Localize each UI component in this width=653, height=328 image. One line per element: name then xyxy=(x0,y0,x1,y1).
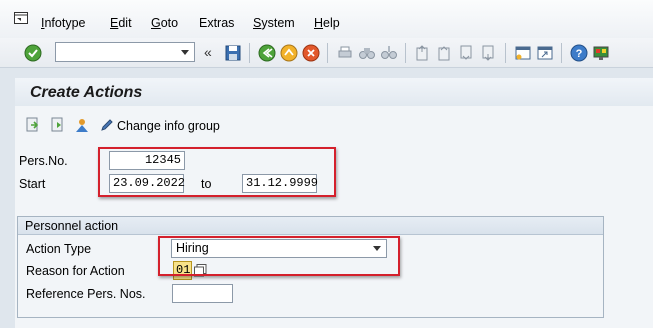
reference-label: Reference Pers. Nos. xyxy=(26,287,146,301)
content-area: Change info group Pers.No. 12345 Start 2… xyxy=(15,106,653,328)
group-header: Personnel action xyxy=(18,217,603,235)
shortcut-icon[interactable] xyxy=(536,44,554,62)
pencil-icon[interactable] xyxy=(99,117,115,133)
command-field[interactable] xyxy=(55,42,195,62)
person-overview-icon[interactable] xyxy=(74,117,90,133)
reference-pers-nos-field[interactable] xyxy=(172,284,233,303)
collapse-icon[interactable]: « xyxy=(204,44,212,60)
change-info-group-button[interactable]: Change info group xyxy=(117,119,220,133)
menu-edit[interactable]: Edit xyxy=(110,16,132,30)
menu-infotype[interactable]: Infotype xyxy=(41,16,86,30)
toolbar-separator xyxy=(561,43,562,63)
menu-help[interactable]: Help xyxy=(314,16,340,30)
highlight-box-action xyxy=(158,236,400,276)
execute-info-group-icon[interactable] xyxy=(25,117,41,133)
last-page-icon[interactable] xyxy=(480,44,498,62)
execute-action-icon[interactable] xyxy=(50,117,66,133)
toolbar-separator xyxy=(405,43,406,63)
menu-extras[interactable]: Extras xyxy=(199,16,234,30)
back-icon[interactable] xyxy=(258,44,276,62)
customize-layout-icon[interactable] xyxy=(592,44,610,62)
find-next-icon[interactable] xyxy=(380,44,398,62)
toolbar-separator xyxy=(327,43,328,63)
first-page-icon[interactable] xyxy=(414,44,432,62)
svg-text:?: ? xyxy=(576,48,583,60)
standard-toolbar: « ? xyxy=(0,38,653,68)
previous-page-icon[interactable] xyxy=(436,44,454,62)
page-title: Create Actions xyxy=(30,84,143,101)
print-icon[interactable] xyxy=(336,44,354,62)
toolbar-separator xyxy=(249,43,250,63)
create-session-icon[interactable] xyxy=(514,44,532,62)
toolbar-separator xyxy=(505,43,506,63)
highlight-box-header xyxy=(98,147,336,197)
next-page-icon[interactable] xyxy=(458,44,476,62)
cancel-icon[interactable] xyxy=(302,44,320,62)
save-icon[interactable] xyxy=(224,44,242,62)
start-label: Start xyxy=(19,177,46,191)
pers-no-label: Pers.No. xyxy=(19,154,68,168)
title-bar: Create Actions xyxy=(15,78,653,106)
reason-label: Reason for Action xyxy=(26,264,125,278)
chevron-down-icon[interactable] xyxy=(181,50,189,55)
exit-icon[interactable] xyxy=(280,44,298,62)
find-icon[interactable] xyxy=(358,44,376,62)
menu-goto[interactable]: Goto xyxy=(151,16,178,30)
menu-system[interactable]: System xyxy=(253,16,295,30)
menu-bar: Infotype Edit Goto Extras System Help xyxy=(0,0,653,38)
enter-check-icon[interactable] xyxy=(24,44,42,62)
menu-icon[interactable] xyxy=(14,12,28,24)
group-title: Personnel action xyxy=(25,219,119,233)
action-type-label: Action Type xyxy=(26,242,92,256)
help-icon[interactable]: ? xyxy=(570,44,588,62)
